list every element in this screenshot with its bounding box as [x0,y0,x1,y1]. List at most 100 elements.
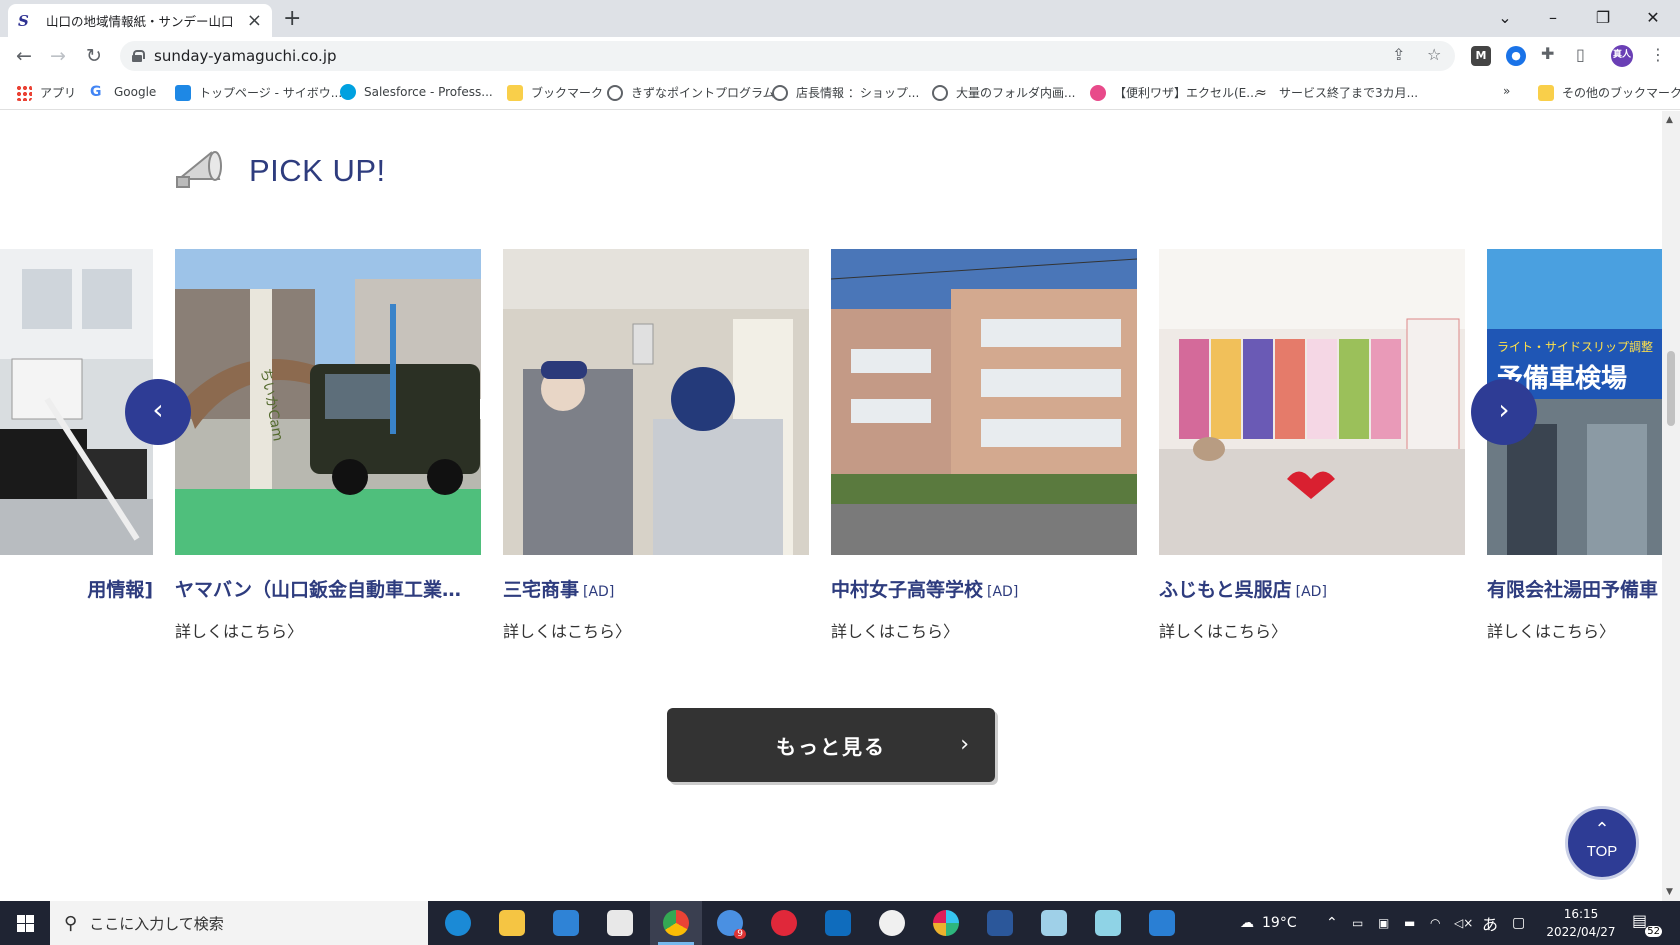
slack-icon[interactable] [920,901,972,945]
bookmark-excel[interactable]: 【便利ワザ】エクセル(E... [1090,84,1258,101]
card-title[interactable]: 有限会社湯田予備車 [1487,575,1662,602]
notification-bubble-icon: ▤ [1632,911,1648,930]
pickup-card-3[interactable]: 中村女子高等学校 [AD] 詳しくはこちら〉 [831,249,1137,642]
close-window-icon[interactable]: ✕ [1630,3,1676,33]
notepad-icon[interactable] [1028,901,1080,945]
tray-chevron-icon[interactable]: ⌃ [1326,901,1338,945]
card-more-link[interactable]: 詳しくはこちら〉 [1487,618,1662,642]
pink-icon [1090,84,1106,101]
display-icon[interactable]: ▣ [1378,901,1389,945]
itunes-icon[interactable] [866,901,918,945]
section-title: PICK UP! [249,153,386,188]
photos-icon[interactable] [1136,901,1188,945]
bookmark-tencho[interactable]: 店長情報 ：ショップ... [772,84,919,101]
bookmark-apps[interactable]: アプリ [16,84,76,101]
card-more-link[interactable]: 詳しくはこちら〉 [503,618,809,642]
bookmark-star-icon[interactable]: ☆ [1427,45,1441,64]
card-photo-miyake[interactable] [503,249,809,555]
start-button[interactable] [0,901,50,945]
ime-indicator[interactable]: あ [1482,901,1498,945]
bookmark-service[interactable]: ≈ サービス終了まで3カ月... [1255,84,1418,101]
bookmark-label: 【便利ワザ】エクセル(E... [1114,86,1258,100]
card-title[interactable]: 三宅商事 [AD] [503,575,809,602]
bookmark-label: きずなポイントプログラム [631,86,775,100]
mail-icon[interactable] [540,901,592,945]
bookmark-label: Google [114,85,157,99]
taskbar-clock[interactable]: 16:15 2022/04/27 [1541,905,1621,941]
chevron-right-icon: › [1498,393,1510,426]
battery-icon[interactable]: ▬ [1404,901,1415,945]
address-bar[interactable]: sunday-yamaguchi.co.jp [120,41,1455,71]
card-title[interactable]: ふじもと呉服店 [AD] [1159,575,1465,602]
site-favicon-icon: S [18,11,29,30]
pickup-card-2[interactable]: 三宅商事 [AD] 詳しくはこちら〉 [503,249,809,642]
sticky-notes-icon[interactable] [1082,901,1134,945]
new-tab-icon[interactable]: + [283,6,301,31]
app-red-icon[interactable] [758,901,810,945]
notification-center-icon[interactable]: ▤ 52 [1632,911,1662,937]
carousel-next-button[interactable]: › [1471,379,1537,445]
wifi-icon[interactable]: ◠ [1430,901,1440,945]
bookmark-folder[interactable]: ブックマーク [507,84,603,101]
ime-mode-icon[interactable]: ▢ [1512,901,1525,945]
lock-icon[interactable] [132,50,145,62]
browser-tab-active[interactable]: S 山口の地域情報紙・サンデー山口 × [8,4,272,37]
weather-widget[interactable]: ☁ 19°C [1240,901,1297,945]
card-title[interactable]: ヤマバン（山口鈑金自動車工業… [175,575,481,602]
edge-icon[interactable] [432,901,484,945]
meet-icon[interactable]: ▭ [1352,901,1363,945]
store-icon[interactable] [594,901,646,945]
taskbar-search[interactable]: ⚲ ここに入力して検索 [50,901,428,945]
windows-taskbar: ⚲ ここに入力して検索 9 ☁ 19°C ⌃ ▭ ▣ ▬ ◠ ◁× あ ▢ 16… [0,901,1680,945]
side-panel-icon[interactable]: ▯ [1576,45,1585,64]
bookmark-cybozu[interactable]: トップページ - サイボウ... [175,84,342,101]
restore-icon[interactable]: ❐ [1580,3,1626,33]
pickup-card-5[interactable]: ライト・サイドスリップ調整 予備車検場 有限会社湯田予備車 詳しくはこちら〉 [1487,249,1662,642]
card-photo-yamaban[interactable]: ちいかCam [175,249,481,555]
bookmark-google[interactable]: G Google [90,84,156,100]
card-photo-fujimoto[interactable] [1159,249,1465,555]
minimize-icon[interactable]: – [1530,3,1576,33]
bookmark-salesforce[interactable]: Salesforce - Profess... [340,84,493,100]
page-scrollbar[interactable]: ▲ ▼ [1662,111,1680,901]
card-title[interactable]: 用情報] [0,575,153,602]
carousel-prev-button[interactable]: ‹ [125,379,191,445]
outlook-mail-badge-icon[interactable]: 9 [704,901,756,945]
forward-icon[interactable]: → [43,41,73,71]
card-more-link[interactable]: 詳しくはこちら〉 [175,618,481,642]
bookmarks-overflow-icon[interactable]: » [1503,84,1510,98]
menu-kebab-icon[interactable]: ⋮ [1650,45,1666,64]
scroll-down-icon[interactable]: ▼ [1666,887,1673,897]
tab-close-icon[interactable]: × [247,10,262,31]
share-icon[interactable]: ⇪ [1392,45,1405,64]
bookmark-label: アプリ [40,86,77,100]
scroll-up-icon[interactable]: ▲ [1666,115,1673,125]
reload-icon[interactable]: ↻ [79,41,109,71]
word-icon[interactable] [974,901,1026,945]
volume-muted-icon[interactable]: ◁× [1454,901,1473,945]
back-icon[interactable]: ← [9,41,39,71]
pickup-card-1[interactable]: ちいかCam ヤマバン（山口鈑金自動車工業… 詳しくはこちら〉 [175,249,481,642]
pickup-card-4[interactable]: ふじもと呉服店 [AD] 詳しくはこちら〉 [1159,249,1465,642]
folder-icon [507,84,523,101]
extension-blue-icon[interactable]: ● [1506,46,1526,66]
bookmark-folder-images[interactable]: 大量のフォルダ内画... [932,84,1075,101]
ad-badge: [AD] [987,584,1019,600]
scrollbar-thumb[interactable] [1667,351,1675,426]
bookmarks-bar: アプリ G Google トップページ - サイボウ... Salesforce… [0,76,1680,110]
bookmark-kizuna[interactable]: きずなポイントプログラム [607,84,775,101]
extension-m-icon[interactable]: M [1471,46,1491,66]
bookmark-other[interactable]: その他のブックマーク [1538,84,1680,101]
outlook-icon[interactable] [812,901,864,945]
back-to-top-button[interactable]: ⌃ TOP [1565,806,1639,880]
chrome-icon[interactable] [650,901,702,945]
see-more-button[interactable]: もっと見る › [667,708,995,782]
tab-search-icon[interactable]: ⌄ [1482,3,1528,33]
extensions-puzzle-icon[interactable]: ✚ [1541,44,1554,63]
file-explorer-icon[interactable] [486,901,538,945]
card-more-link[interactable]: 詳しくはこちら〉 [831,618,1137,642]
card-title[interactable]: 中村女子高等学校 [AD] [831,575,1137,602]
card-photo-nakamura[interactable] [831,249,1137,555]
card-more-link[interactable]: 詳しくはこちら〉 [1159,618,1465,642]
profile-avatar[interactable]: 真人 [1611,45,1633,67]
